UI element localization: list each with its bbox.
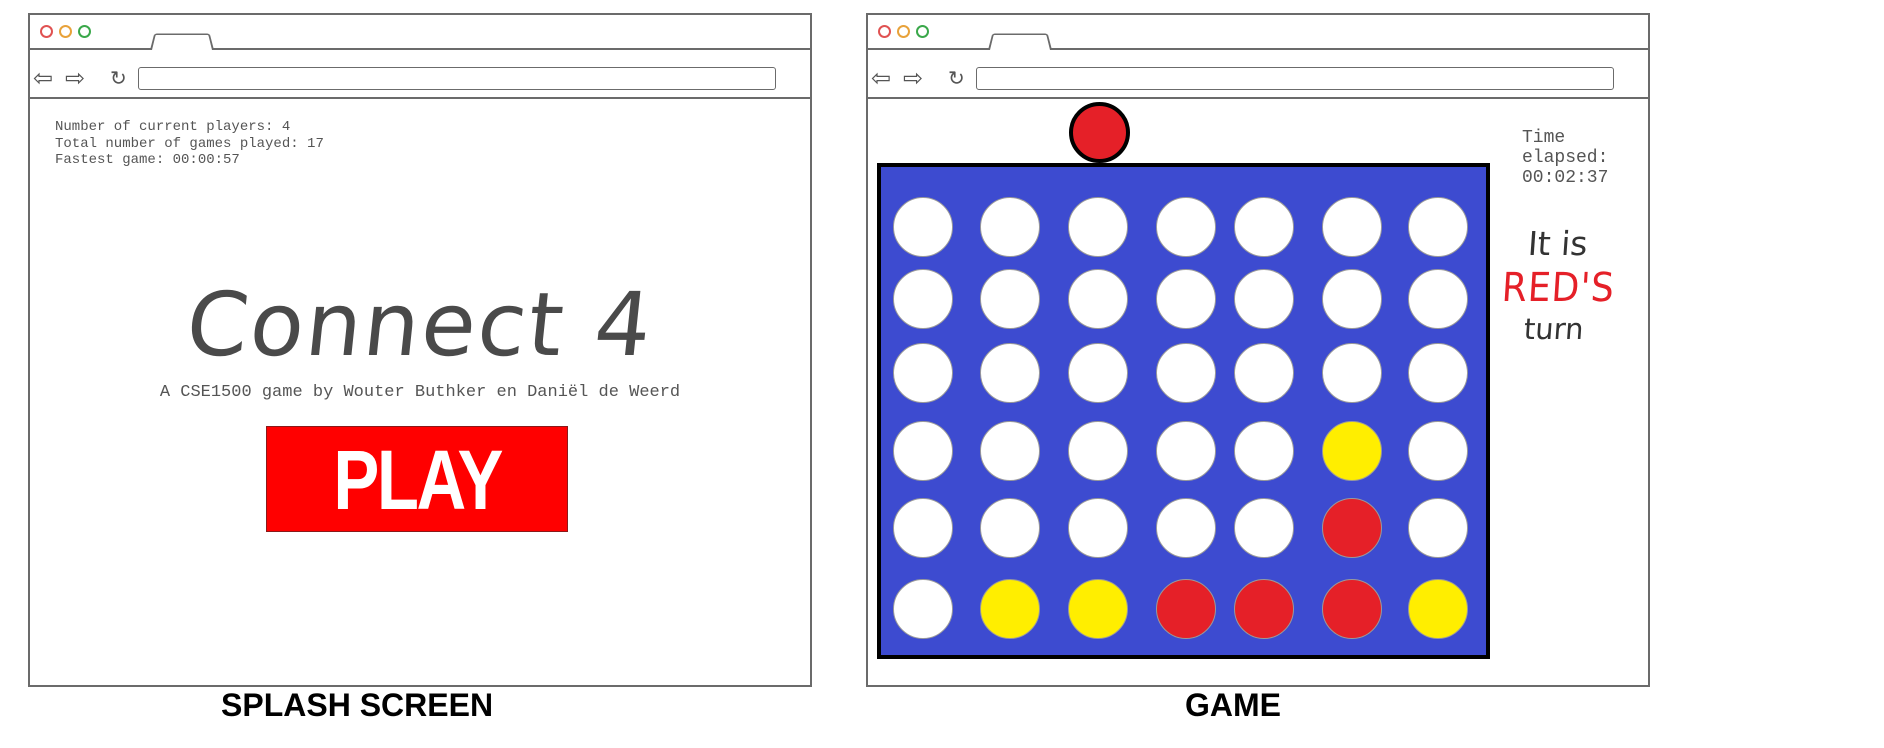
board-cell[interactable]: [893, 343, 953, 403]
board-cell[interactable]: [893, 498, 953, 558]
game-title: Connect 4: [181, 273, 659, 376]
board-cell[interactable]: [1156, 343, 1216, 403]
turn-indicator-prefix: It is: [1526, 224, 1589, 263]
time-elapsed-value: 00:02:37: [1522, 168, 1609, 188]
fastest-game-stat: Fastest game: 00:00:57: [55, 152, 240, 168]
forward-arrow-icon[interactable]: ⇨: [65, 66, 85, 90]
time-elapsed: Time elapsed: 00:02:37: [1522, 128, 1608, 188]
browser-tab[interactable]: [988, 33, 1052, 50]
games-played-stat: Total number of games played: 17: [55, 135, 324, 152]
board-cell[interactable]: [893, 197, 953, 257]
board-cell[interactable]: [1322, 421, 1382, 481]
tab-bar: [868, 15, 1648, 50]
board-cell[interactable]: [1068, 343, 1128, 403]
address-bar[interactable]: [138, 67, 776, 90]
board-cell[interactable]: [1408, 579, 1468, 639]
board-cell[interactable]: [980, 498, 1040, 558]
board-cell[interactable]: [893, 579, 953, 639]
minimize-window-icon[interactable]: [897, 25, 910, 38]
board-cell[interactable]: [1322, 343, 1382, 403]
board-cell[interactable]: [980, 269, 1040, 329]
board-cell[interactable]: [1234, 343, 1294, 403]
splash-screen-caption: SPLASH SCREEN: [221, 687, 494, 723]
current-piece-indicator[interactable]: [1069, 102, 1130, 163]
current-players-stat: Number of current players: 4: [55, 119, 291, 135]
address-bar[interactable]: [976, 67, 1614, 90]
maximize-window-icon[interactable]: [916, 25, 929, 38]
refresh-icon[interactable]: ↻: [948, 67, 965, 89]
turn-indicator-player: RED'S: [1500, 265, 1617, 311]
game-caption: GAME: [1185, 687, 1281, 723]
board-cell[interactable]: [980, 421, 1040, 481]
time-elapsed-label-2: elapsed:: [1522, 148, 1609, 168]
board-cell[interactable]: [1068, 421, 1128, 481]
back-arrow-icon[interactable]: ⇦: [33, 66, 53, 90]
board-cell[interactable]: [980, 343, 1040, 403]
board-cell[interactable]: [1408, 498, 1468, 558]
board-cell[interactable]: [1322, 579, 1382, 639]
board-cell[interactable]: [1068, 269, 1128, 329]
game-subtitle: A CSE1500 game by Wouter Buthker en Dani…: [159, 383, 681, 402]
browser-chrome: ⇦ ⇨ ↻: [30, 15, 810, 99]
forward-arrow-icon[interactable]: ⇨: [903, 66, 923, 90]
board-cell[interactable]: [893, 269, 953, 329]
board-cell[interactable]: [1156, 579, 1216, 639]
maximize-window-icon[interactable]: [78, 25, 91, 38]
play-button[interactable]: PLAY: [266, 426, 568, 532]
game-board[interactable]: [877, 163, 1490, 659]
close-window-icon[interactable]: [40, 25, 53, 38]
board-cell[interactable]: [1234, 269, 1294, 329]
board-cell[interactable]: [893, 421, 953, 481]
board-cell[interactable]: [1408, 197, 1468, 257]
splash-browser-window: ⇦ ⇨ ↻ Number of current players: 4 Total …: [28, 13, 812, 687]
board-cell[interactable]: [1234, 421, 1294, 481]
board-cell[interactable]: [1156, 269, 1216, 329]
board-cell[interactable]: [1322, 269, 1382, 329]
refresh-icon[interactable]: ↻: [110, 67, 127, 89]
board-cell[interactable]: [1408, 343, 1468, 403]
board-cell[interactable]: [1234, 498, 1294, 558]
close-window-icon[interactable]: [878, 25, 891, 38]
board-cell[interactable]: [980, 197, 1040, 257]
board-cell[interactable]: [1156, 421, 1216, 481]
board-cell[interactable]: [980, 579, 1040, 639]
board-cell[interactable]: [1234, 579, 1294, 639]
board-cell[interactable]: [1068, 498, 1128, 558]
back-arrow-icon[interactable]: ⇦: [871, 66, 891, 90]
board-cell[interactable]: [1068, 197, 1128, 257]
board-cell[interactable]: [1322, 498, 1382, 558]
tab-bar: [30, 15, 810, 50]
board-cell[interactable]: [1408, 421, 1468, 481]
minimize-window-icon[interactable]: [59, 25, 72, 38]
play-button-label: PLAY: [333, 433, 503, 527]
browser-tab[interactable]: [150, 33, 214, 50]
browser-chrome: ⇦ ⇨ ↻: [868, 15, 1648, 99]
stats-panel: Number of current players: 4 Total number…: [55, 119, 324, 169]
board-cell[interactable]: [1408, 269, 1468, 329]
turn-indicator-suffix: turn: [1522, 312, 1585, 346]
board-cell[interactable]: [1156, 498, 1216, 558]
board-cell[interactable]: [1068, 579, 1128, 639]
board-cell[interactable]: [1322, 197, 1382, 257]
time-elapsed-label-1: Time: [1522, 128, 1566, 148]
board-cell[interactable]: [1156, 197, 1216, 257]
board-cell[interactable]: [1234, 197, 1294, 257]
